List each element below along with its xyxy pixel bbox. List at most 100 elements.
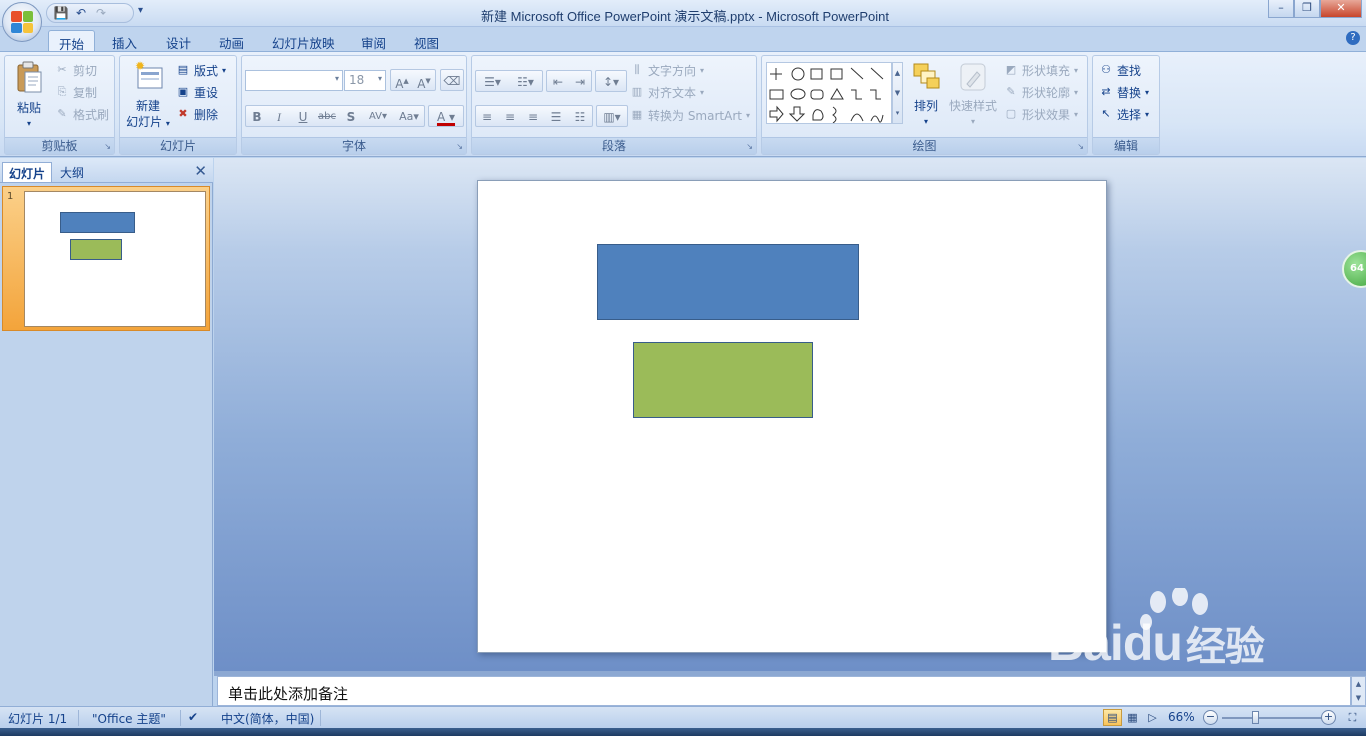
theme-name: "Office 主题" [92, 712, 166, 726]
tab-slideshow[interactable]: 幻灯片放映 [262, 30, 345, 52]
notes-scrollbar[interactable]: ▲ ▼ [1351, 676, 1366, 706]
delete-slide-button[interactable]: ✖ 删除 [176, 104, 218, 124]
underline-icon[interactable]: U [292, 106, 314, 126]
restore-button[interactable]: ❐ [1294, 0, 1320, 18]
tab-review[interactable]: 审阅 [351, 30, 396, 52]
normal-view-icon[interactable]: ▤ [1103, 709, 1122, 726]
numbering-icon[interactable]: ☷▾ [509, 71, 542, 91]
help-icon[interactable]: ? [1346, 31, 1360, 45]
new-slide-button[interactable]: ✹ 新建 幻灯片 ▾ [124, 59, 172, 132]
spell-check-icon[interactable]: ✔ [188, 710, 198, 724]
zoom-slider-thumb[interactable] [1252, 711, 1259, 724]
line-spacing-icon[interactable]: ↕▾ [596, 71, 626, 91]
distributed-icon[interactable]: ☷ [569, 106, 591, 126]
notes-pane[interactable]: 单击此处添加备注 [217, 676, 1351, 706]
justify-icon[interactable]: ☰ [545, 106, 567, 126]
quick-styles-button[interactable]: 快速样式 ▾ [946, 60, 1000, 130]
text-shadow-icon[interactable]: S [340, 106, 362, 126]
strikethrough-icon[interactable]: abc [316, 106, 338, 126]
shape-effects-button[interactable]: ▢ 形状效果 ▾ [1004, 104, 1078, 124]
minimize-button[interactable]: – [1268, 0, 1294, 18]
replace-icon: ⇄ [1101, 85, 1111, 98]
reset-button[interactable]: ▣ 重设 [176, 82, 218, 102]
slide-thumbnail[interactable] [24, 191, 206, 327]
paste-button[interactable]: 粘贴 ▾ [11, 60, 47, 132]
chevron-down-icon: ▾ [377, 74, 382, 83]
zoom-percent[interactable]: 66% [1168, 710, 1195, 724]
decrease-indent-icon[interactable]: ⇤ [547, 71, 569, 91]
tab-slides[interactable]: 幻灯片 [2, 162, 53, 182]
font-color-icon[interactable]: A ▾ [429, 106, 463, 126]
quick-styles-label: 快速样式 [948, 99, 997, 113]
char-spacing-icon[interactable]: AV▾ [364, 106, 392, 126]
floating-badge[interactable]: 64 [1342, 250, 1366, 288]
increase-indent-icon[interactable]: ⇥ [569, 71, 591, 91]
convert-smartart-button[interactable]: ▦ 转换为 SmartArt ▾ [630, 105, 750, 125]
cut-button[interactable]: ✂ 剪切 [55, 60, 97, 80]
shape-outline-button[interactable]: ✎ 形状轮廓 ▾ [1004, 82, 1078, 102]
green-rectangle[interactable] [633, 342, 813, 418]
align-left-icon[interactable]: ≡ [476, 106, 498, 126]
fit-to-window-icon[interactable]: ⛶ [1343, 709, 1362, 726]
align-right-icon[interactable]: ≡ [522, 106, 544, 126]
close-icon[interactable]: ✕ [194, 162, 207, 180]
columns-icon[interactable]: ▥▾ [597, 106, 627, 126]
group-font: ▾ 18 ▾ A▲ A▼ ⌫ B I U abc S AV▾ Aa▾ A ▾ 字… [241, 55, 467, 155]
replace-button[interactable]: ⇄ 替换 ▾ [1099, 82, 1149, 102]
dialog-launcher-icon[interactable]: ↘ [746, 142, 753, 151]
binoculars-icon: ⚇ [1101, 63, 1111, 76]
group-label-clipboard: 剪贴板 [5, 137, 114, 154]
slide-canvas[interactable] [477, 180, 1107, 653]
change-case-icon[interactable]: Aa▾ [394, 106, 424, 126]
zoom-slider[interactable] [1222, 717, 1322, 719]
tab-insert[interactable]: 插入 [102, 30, 147, 52]
align-center-icon[interactable]: ≡ [499, 106, 521, 126]
copy-button[interactable]: ⎘ 复制 [55, 82, 97, 102]
tab-animations[interactable]: 动画 [209, 30, 254, 52]
bold-icon[interactable]: B [246, 106, 268, 126]
italic-icon[interactable]: I [268, 106, 290, 126]
zoom-in-icon[interactable]: + [1321, 710, 1336, 725]
shape-fill-button[interactable]: ◩ 形状填充 ▾ [1004, 60, 1078, 80]
tab-outline[interactable]: 大纲 [54, 162, 90, 182]
bullets-icon[interactable]: ☰▾ [476, 71, 509, 91]
text-direction-button[interactable]: ⫼ 文字方向 ▾ [630, 60, 704, 80]
columns-box: ▥▾ [596, 105, 628, 127]
new-slide-label-line1: 新建 [135, 99, 160, 113]
grow-font-icon[interactable]: A▲ [391, 70, 413, 91]
shapes-gallery[interactable] [766, 62, 892, 124]
find-button[interactable]: ⚇ 查找 [1099, 60, 1141, 80]
shape-outline-label: 形状轮廓 [1022, 85, 1071, 100]
arrange-button[interactable]: 排列 ▾ [908, 60, 944, 130]
dialog-launcher-icon[interactable]: ↘ [104, 142, 111, 151]
slide-sorter-icon[interactable]: ▦ [1123, 709, 1142, 726]
shrink-font-icon[interactable]: A▼ [413, 70, 435, 91]
layout-button[interactable]: ▤ 版式 ▾ [176, 60, 226, 80]
tab-home[interactable]: 开始 [48, 30, 96, 52]
shapes-gallery-scroll[interactable]: ▲ ▼ ▾ [892, 62, 903, 124]
tab-view[interactable]: 视图 [404, 30, 449, 52]
language-indicator[interactable]: 中文(简体，中国) [221, 710, 314, 727]
align-text-button[interactable]: ▥ 对齐文本 ▾ [630, 82, 704, 102]
group-slides: ✹ 新建 幻灯片 ▾ ▤ 版式 ▾ ▣ 重设 ✖ 删除 幻灯片 [119, 55, 237, 155]
quick-styles-icon [960, 63, 986, 91]
office-button[interactable] [2, 2, 42, 42]
slide-thumbnail-selected[interactable]: 1 [2, 186, 210, 331]
alignment-box: ≡ ≡ ≡ ☰ ☷ [475, 105, 593, 127]
blue-rectangle[interactable] [597, 244, 859, 320]
format-painter-button[interactable]: ✎ 格式刷 [55, 104, 109, 124]
close-button[interactable]: ✕ [1320, 0, 1362, 18]
group-drawing: ▲ ▼ ▾ 排列 ▾ 快速样式 ▾ ◩ 形状填充 ▾ ✎ 形状轮廓 ▾ ▢ 形状… [761, 55, 1088, 155]
slideshow-view-icon[interactable]: ▷ [1143, 709, 1162, 726]
group-clipboard: 粘贴 ▾ ✂ 剪切 ⎘ 复制 ✎ 格式刷 剪贴板 ↘ [4, 55, 115, 155]
font-size-combo[interactable]: 18 ▾ [344, 70, 386, 91]
font-name-combo[interactable]: ▾ [245, 70, 343, 91]
dialog-launcher-icon[interactable]: ↘ [456, 142, 463, 151]
tab-design[interactable]: 设计 [156, 30, 201, 52]
slide-counter: 幻灯片 1/1 [8, 712, 68, 726]
zoom-out-icon[interactable]: − [1203, 710, 1218, 725]
text-direction-icon: ⫼ [634, 63, 640, 76]
select-button[interactable]: ↖ 选择 ▾ [1099, 104, 1149, 124]
clear-formatting-icon[interactable]: ⌫ [441, 70, 463, 90]
dialog-launcher-icon[interactable]: ↘ [1077, 142, 1084, 151]
